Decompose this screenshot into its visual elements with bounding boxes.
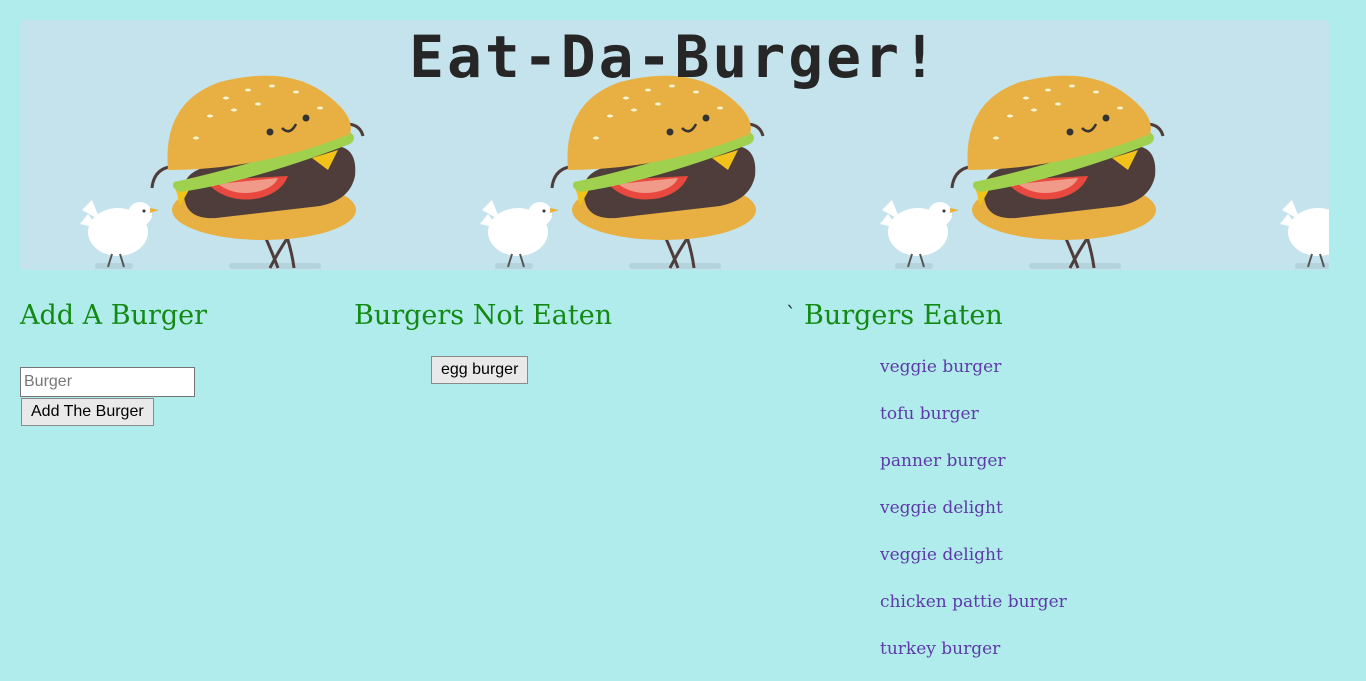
eaten-burger-item: chicken pattie burger: [880, 592, 1067, 612]
eaten-burger-list: veggie burger tofu burger panner burger …: [880, 352, 1067, 681]
eaten-burger-item: veggie delight: [880, 545, 1003, 565]
add-burger-button[interactable]: Add The Burger: [21, 398, 154, 426]
eaten-burger-item: tofu burger: [880, 404, 979, 424]
eaten-burger-item: veggie burger: [880, 357, 1002, 377]
devour-burger-button[interactable]: egg burger: [431, 356, 529, 384]
eaten-burger-item: panner burger: [880, 451, 1006, 471]
eaten-burger-item: turkey burger: [880, 639, 1001, 659]
burgers-not-eaten-heading: Burgers Not Eaten: [354, 300, 613, 331]
eaten-burger-item: veggie delight: [880, 498, 1003, 518]
header-banner: Eat-Da-Burger!: [20, 20, 1329, 270]
site-title: Eat-Da-Burger!: [409, 23, 940, 91]
add-burger-heading: Add A Burger: [20, 300, 208, 331]
burgers-eaten-heading: Burgers Eaten: [804, 300, 1003, 331]
stray-backtick: `: [786, 302, 796, 326]
burger-name-input[interactable]: [20, 367, 195, 397]
